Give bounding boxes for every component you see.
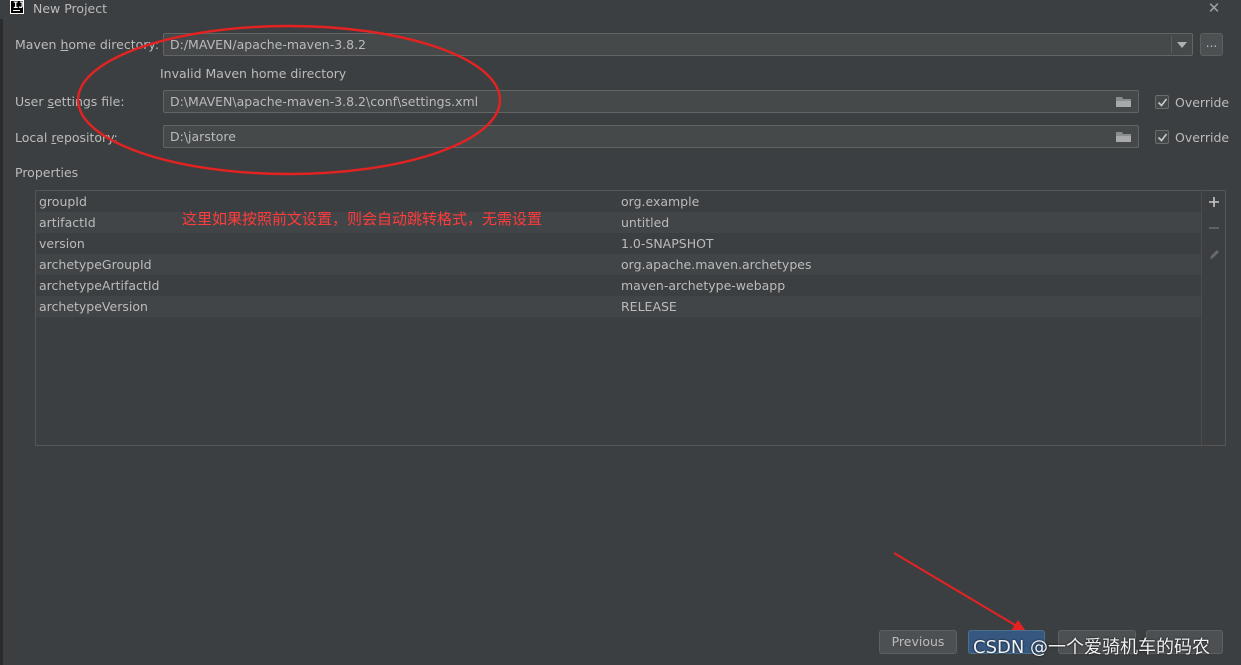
property-value[interactable]: untitled [621, 215, 669, 230]
table-toolbar [1201, 191, 1225, 445]
folder-icon[interactable] [1116, 131, 1132, 146]
remove-icon[interactable] [1206, 222, 1222, 238]
chevron-down-icon[interactable] [1172, 34, 1192, 55]
property-value[interactable]: 1.0-SNAPSHOT [621, 236, 714, 251]
user-settings-override-checkbox[interactable] [1155, 95, 1169, 109]
folder-icon[interactable] [1116, 96, 1132, 111]
properties-title: Properties [15, 165, 79, 180]
annotation-arrow [893, 552, 1028, 634]
local-repo-override-label: Override [1175, 130, 1230, 145]
property-key: archetypeArtifactId [39, 278, 160, 293]
properties-rows: groupId org.example artifactId untitled … [36, 191, 1201, 445]
window-title: New Project [33, 1, 108, 16]
property-key: version [39, 236, 85, 251]
table-row[interactable]: archetypeVersion RELEASE [36, 296, 1201, 317]
previous-button[interactable]: Previous [879, 630, 957, 654]
table-row[interactable]: archetypeGroupId org.apache.maven.archet… [36, 254, 1201, 275]
close-icon[interactable]: ✕ [1205, 0, 1223, 16]
user-settings-override-label: Override [1175, 95, 1230, 110]
property-key: archetypeVersion [39, 299, 148, 314]
annotation-ellipse [76, 24, 502, 176]
maven-home-browse-button[interactable]: ... [1200, 33, 1223, 56]
window-edge [0, 0, 3, 665]
property-key: groupId [39, 194, 87, 209]
property-value[interactable]: RELEASE [621, 299, 677, 314]
table-row[interactable]: version 1.0-SNAPSHOT [36, 233, 1201, 254]
property-key: artifactId [39, 215, 96, 230]
add-icon[interactable] [1206, 196, 1222, 212]
property-value[interactable]: org.apache.maven.archetypes [621, 257, 811, 272]
property-key: archetypeGroupId [39, 257, 152, 272]
annotation-text: 这里如果按照前文设置，则会自动跳转格式，无需设置 [182, 210, 543, 228]
watermark: CSDN @一个爱骑机车的码农 [973, 637, 1211, 658]
edit-icon[interactable] [1206, 248, 1222, 264]
local-repo-override-checkbox[interactable] [1155, 130, 1169, 144]
table-row[interactable]: archetypeArtifactId maven-archetype-weba… [36, 275, 1201, 296]
intellij-icon: IJ [10, 0, 24, 14]
property-value[interactable]: maven-archetype-webapp [621, 278, 785, 293]
property-value[interactable]: org.example [621, 194, 699, 209]
title-bar: IJ New Project ✕ [0, 0, 1241, 19]
